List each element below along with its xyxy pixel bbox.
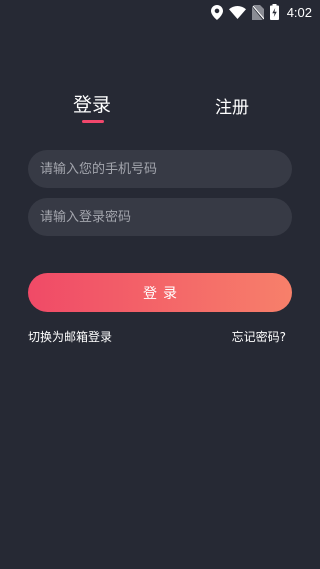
location-icon	[210, 4, 223, 20]
no-sim-icon	[251, 4, 264, 20]
forgot-password-link[interactable]: 忘记密码?	[232, 328, 286, 345]
status-bar: 4:02	[0, 0, 320, 24]
switch-email-login-link[interactable]: 切换为邮箱登录	[28, 328, 112, 345]
auth-tabs: 登录 注册	[0, 90, 320, 130]
phone-input[interactable]	[28, 150, 292, 188]
password-input[interactable]	[28, 198, 292, 236]
tab-register[interactable]: 注册	[215, 93, 249, 118]
battery-charging-icon	[269, 4, 279, 20]
status-time: 4:02	[286, 4, 312, 20]
status-icons: 4:02	[210, 3, 312, 21]
login-button[interactable]: 登录	[28, 273, 292, 312]
wifi-icon	[228, 5, 246, 19]
active-tab-indicator	[82, 120, 104, 123]
tab-login[interactable]: 登录	[73, 90, 111, 117]
